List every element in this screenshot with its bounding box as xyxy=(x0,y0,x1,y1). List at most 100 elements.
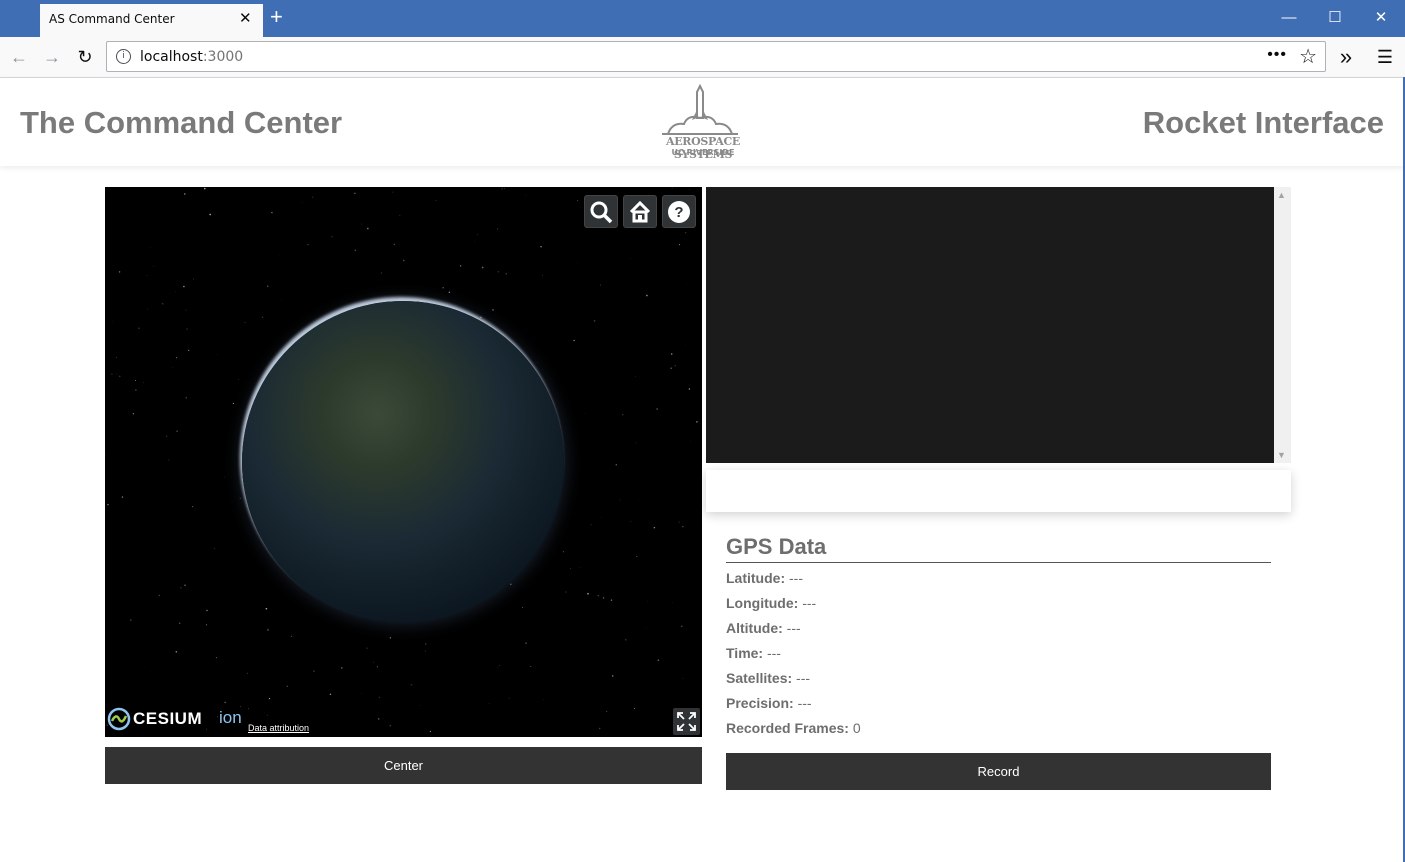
star xyxy=(237,379,239,380)
star xyxy=(150,246,151,248)
cesium-wordmark: CESIUM xyxy=(133,709,203,728)
star xyxy=(619,499,621,501)
star xyxy=(248,708,249,710)
record-button[interactable]: Record xyxy=(726,753,1271,790)
gps-value: --- xyxy=(797,695,812,711)
star xyxy=(600,284,602,286)
star xyxy=(354,192,356,194)
cesium-viewer[interactable]: ? CESIUM ion Data attribution xyxy=(105,187,702,737)
star xyxy=(354,249,356,251)
browser-navbar: ← → ↻ i localhost:3000 ••• ☆ » ☰ xyxy=(0,37,1405,78)
star xyxy=(172,367,173,368)
gps-value: --- xyxy=(766,645,781,661)
gps-latitude: Latitude: --- xyxy=(726,570,803,586)
star xyxy=(678,521,680,523)
star xyxy=(670,367,672,369)
star xyxy=(129,619,132,621)
star xyxy=(577,199,579,202)
scroll-up-icon[interactable]: ▲ xyxy=(1277,190,1286,200)
maximize-icon[interactable]: ☐ xyxy=(1320,7,1350,29)
star xyxy=(435,199,437,201)
browser-titlebar: AS Command Center ✕ + — ☐ ✕ xyxy=(0,0,1405,37)
star xyxy=(636,556,638,558)
star xyxy=(562,551,564,553)
star xyxy=(459,265,462,267)
earth-globe[interactable] xyxy=(242,301,564,623)
star xyxy=(610,599,613,601)
star xyxy=(266,285,269,287)
data-attribution-link[interactable]: Data attribution xyxy=(248,723,309,733)
geocoder-search-icon[interactable] xyxy=(584,195,618,228)
star xyxy=(497,271,499,273)
url-bar[interactable]: i localhost:3000 ••• ☆ xyxy=(106,41,1326,72)
hamburger-menu-icon[interactable]: ☰ xyxy=(1373,45,1397,69)
gps-label: Latitude: xyxy=(726,570,786,586)
star xyxy=(576,261,578,263)
site-info-icon[interactable]: i xyxy=(116,49,131,64)
tab-close-icon[interactable]: ✕ xyxy=(239,9,252,27)
star xyxy=(622,414,624,416)
star xyxy=(214,548,216,550)
fullscreen-icon[interactable] xyxy=(673,708,700,735)
star xyxy=(420,705,421,706)
star xyxy=(376,666,379,668)
star xyxy=(246,672,249,674)
star xyxy=(271,211,273,214)
star xyxy=(429,730,432,733)
star xyxy=(147,308,148,310)
svg-text:?: ? xyxy=(674,204,683,221)
star xyxy=(121,496,124,498)
home-icon[interactable] xyxy=(623,195,657,228)
star xyxy=(657,659,660,661)
star xyxy=(361,693,362,694)
gps-label: Satellites: xyxy=(726,670,793,686)
star xyxy=(638,499,640,500)
star xyxy=(205,624,208,626)
star xyxy=(615,464,618,466)
star xyxy=(587,592,589,595)
star xyxy=(105,454,106,456)
star xyxy=(645,627,647,628)
star xyxy=(215,657,217,659)
video-scrollbar[interactable]: ▲ ▼ xyxy=(1274,187,1291,463)
star xyxy=(361,223,362,225)
star xyxy=(224,701,226,704)
gps-label: Precision: xyxy=(726,695,794,711)
star xyxy=(135,389,137,391)
star xyxy=(671,187,673,189)
star xyxy=(116,373,117,375)
star xyxy=(290,635,293,637)
star xyxy=(480,316,482,319)
page-actions-icon[interactable]: ••• xyxy=(1267,46,1287,64)
back-icon[interactable]: ← xyxy=(7,45,31,69)
star xyxy=(425,650,426,652)
reload-icon[interactable]: ↻ xyxy=(73,45,97,69)
star xyxy=(634,376,636,377)
star xyxy=(366,227,369,230)
help-icon[interactable]: ? xyxy=(662,195,696,228)
star xyxy=(448,291,451,293)
star xyxy=(206,728,208,730)
star xyxy=(630,520,632,522)
star xyxy=(540,245,542,248)
overflow-menu-icon[interactable]: » xyxy=(1334,45,1358,69)
star xyxy=(186,328,188,330)
window-close-icon[interactable]: ✕ xyxy=(1366,7,1396,29)
star xyxy=(680,625,683,628)
star xyxy=(268,697,271,700)
new-tab-icon[interactable]: + xyxy=(270,6,283,28)
gps-value: --- xyxy=(786,620,801,636)
minimize-icon[interactable]: — xyxy=(1274,7,1304,29)
star xyxy=(377,718,380,720)
star xyxy=(689,189,690,191)
star xyxy=(193,278,194,280)
center-button[interactable]: Center xyxy=(105,747,702,784)
browser-tab[interactable]: AS Command Center ✕ xyxy=(40,4,263,37)
bookmark-star-icon[interactable]: ☆ xyxy=(1299,44,1317,69)
star xyxy=(474,241,476,242)
url-text[interactable]: localhost:3000 xyxy=(140,49,243,65)
star xyxy=(688,388,691,390)
forward-icon[interactable]: → xyxy=(40,45,64,69)
gps-value: --- xyxy=(796,670,811,686)
scroll-down-icon[interactable]: ▼ xyxy=(1277,450,1286,460)
